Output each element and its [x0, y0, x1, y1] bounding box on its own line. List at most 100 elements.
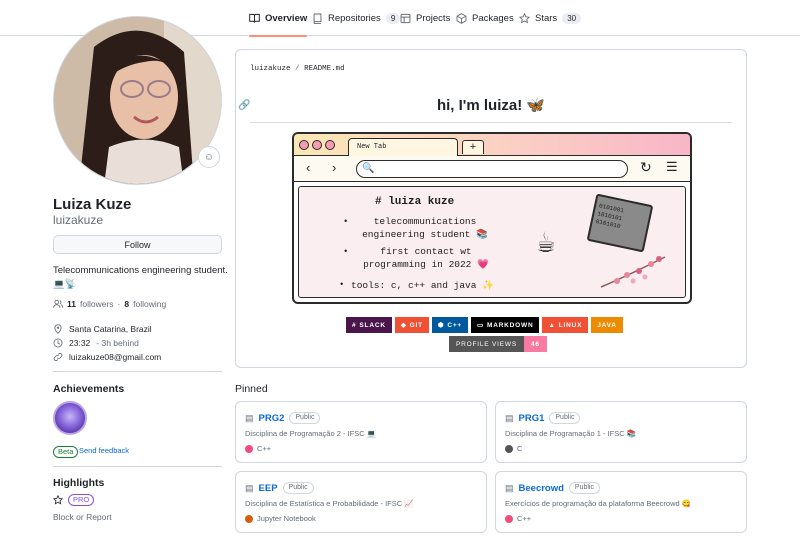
- tab-projects[interactable]: Projects: [400, 0, 450, 36]
- achievement-badge[interactable]: [53, 401, 87, 435]
- repo-icon: ▤: [505, 482, 514, 493]
- coffee-cup-icon: ☕: [537, 228, 556, 262]
- crumb-separator: /: [295, 65, 300, 73]
- bio-item-1: telecommunications engineering student 📚: [362, 216, 488, 240]
- heading-rule: [250, 122, 732, 123]
- badge-label: C++: [447, 321, 463, 329]
- tab-projects-label: Projects: [416, 12, 451, 24]
- crumb-file[interactable]: README.md: [304, 65, 345, 73]
- following-count[interactable]: 8: [124, 299, 129, 309]
- repo-language: C++: [505, 514, 531, 523]
- search-icon: 🔍: [362, 163, 375, 174]
- tab-repositories[interactable]: Repositories 9: [312, 0, 401, 36]
- binary-folder-icon: 0101001 1010101 0101010: [586, 193, 654, 253]
- language-name: C++: [257, 444, 272, 453]
- repo-icon: ▤: [245, 412, 254, 423]
- language-color-dot: [505, 514, 513, 523]
- followers-count[interactable]: 11: [67, 299, 76, 309]
- repo-description: Disciplina de Estatística e Probabilidad…: [245, 499, 414, 508]
- tab-stars[interactable]: Stars 30: [519, 0, 582, 36]
- table-icon: [400, 13, 411, 23]
- slack-icon: #: [352, 321, 357, 329]
- clock-icon: [53, 338, 63, 348]
- badge-label: GIT: [409, 321, 423, 329]
- forward-arrow-icon: ›: [332, 160, 337, 175]
- badge-label: JAVA: [597, 321, 617, 329]
- window-dot: [312, 140, 322, 150]
- book-icon: [249, 13, 260, 23]
- tab-overview[interactable]: Overview: [249, 0, 308, 37]
- back-arrow-icon: ‹: [306, 160, 311, 175]
- avatar-photo: [54, 17, 221, 184]
- profile-views-badge: PROFILE VIEWS 46: [449, 336, 547, 352]
- people-icon: [53, 299, 63, 308]
- repo-name-link[interactable]: PRG1: [519, 413, 545, 424]
- cpp-icon: ⬢: [437, 322, 445, 329]
- pro-highlight: PRO: [53, 494, 95, 506]
- crumb-user[interactable]: luizakuze: [250, 65, 291, 73]
- location-icon: [54, 324, 62, 334]
- set-status-button[interactable]: ☺: [198, 146, 220, 168]
- bio-item-3: tools: c, c++ and java ✨: [351, 280, 494, 291]
- browser-titlebar: New Tab +: [294, 134, 690, 156]
- pinned-repo-card: ▤ Beecrowd Public Exercícios de programaçã…: [495, 471, 747, 533]
- repo-name-link[interactable]: EEP: [259, 483, 278, 494]
- linux-icon: ▲: [548, 321, 556, 329]
- content-title: # luiza kuze: [375, 196, 455, 208]
- badge-label: LINUX: [558, 321, 583, 329]
- block-or-report-link[interactable]: Block or Report: [53, 512, 112, 522]
- bio-item-2: first contact wt programming in 2022 💗: [363, 246, 489, 270]
- repo-icon: [313, 13, 322, 24]
- pinned-repo-card: ▤ EEP Public Disciplina de Estatística e P…: [235, 471, 487, 533]
- browser-content: # luiza kuze • telecommunications engine…: [298, 186, 686, 298]
- language-color-dot: [245, 514, 253, 523]
- language-color-dot: [505, 444, 513, 453]
- window-dot: [325, 140, 335, 150]
- bullet: •: [343, 217, 349, 227]
- profile-views-count: 46: [523, 336, 547, 352]
- follow-button[interactable]: Follow: [53, 235, 222, 254]
- pinned-title: Pinned: [235, 383, 268, 395]
- profile-views-label: PROFILE VIEWS: [449, 336, 524, 352]
- pinned-repo-card: ▤ PRG2 Public Disciplina de Programação 2 …: [235, 401, 487, 463]
- tab-packages[interactable]: Packages: [456, 0, 514, 36]
- readme-heading: hi, I'm luiza! 🦋: [436, 97, 546, 114]
- cherry-blossom-icon: [600, 256, 666, 288]
- avatar[interactable]: [53, 16, 222, 185]
- language-name: C: [517, 444, 523, 453]
- followers-link[interactable]: followers: [80, 299, 114, 309]
- browser-address-bar: 🔍: [356, 160, 628, 178]
- repo-name-link[interactable]: Beecrowd: [519, 483, 564, 494]
- bullet: •: [339, 280, 345, 290]
- tab-overview-label: Overview: [265, 12, 308, 24]
- following-link[interactable]: following: [133, 299, 166, 309]
- localtime-row: 23:32 - 3h behind: [53, 338, 139, 348]
- pro-badge: PRO: [68, 494, 95, 506]
- sidebar-divider: [53, 371, 222, 372]
- send-feedback-link[interactable]: Send feedback: [79, 446, 129, 455]
- readme-breadcrumb: luizakuze / README.md: [250, 65, 345, 73]
- email-link[interactable]: luizakuze08@gmail.com: [69, 352, 161, 362]
- highlights-title: Highlights: [53, 477, 105, 489]
- pinned-repo-card: ▤ PRG1 Public Disciplina de Programação 1 …: [495, 401, 747, 463]
- new-tab-plus-icon: +: [462, 140, 484, 154]
- repo-description: Disciplina de Programação 2 - IFSC 💻: [245, 429, 377, 438]
- local-time: 23:32: [69, 338, 91, 348]
- dot-separator: ·: [117, 299, 121, 309]
- slack-badge: # SLACK: [346, 317, 392, 333]
- location-text: Santa Catarina, Brazil: [69, 324, 152, 334]
- markdown-badge: ▭ MARKDOWN: [471, 317, 540, 333]
- git-badge: ◆ GIT: [394, 317, 429, 333]
- repo-description: Disciplina de Programação 1 - IFSC 📚: [505, 429, 637, 438]
- link-icon: [53, 352, 63, 362]
- repo-name-link[interactable]: PRG2: [259, 413, 285, 424]
- tab-packages-label: Packages: [472, 12, 514, 24]
- badge-label: SLACK: [359, 321, 386, 329]
- achievements-title[interactable]: Achievements: [53, 383, 124, 395]
- profile-login: luizakuze: [53, 213, 104, 227]
- repo-description: Exercícios de programação da plataforma …: [505, 499, 692, 508]
- cpp-badge: ⬢ C++: [431, 317, 469, 333]
- email-row: luizakuze08@gmail.com: [53, 352, 161, 362]
- menu-icon: ☰: [666, 159, 678, 174]
- profile-bio: Telecommunications engineering student. …: [53, 265, 228, 290]
